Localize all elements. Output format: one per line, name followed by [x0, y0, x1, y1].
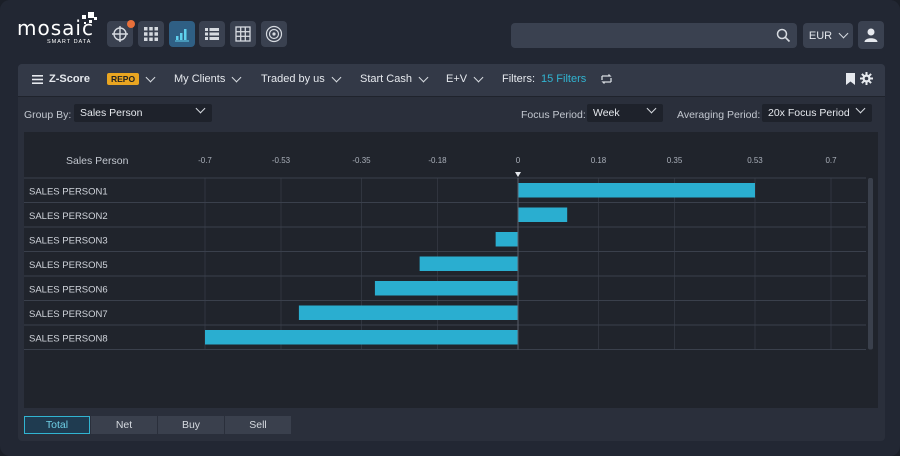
nav-bar-chart-button[interactable] — [169, 21, 195, 47]
category-label[interactable]: SALES PERSON2 — [29, 211, 108, 222]
nav-target-button[interactable] — [261, 21, 287, 47]
chevron-down-icon — [855, 103, 866, 114]
logo[interactable]: mosaic SMART DATA — [17, 12, 97, 45]
category-label[interactable]: SALES PERSON5 — [29, 260, 108, 271]
table-icon — [235, 26, 251, 42]
bookmark-icon[interactable] — [846, 73, 855, 85]
chevron-down-icon — [231, 72, 242, 82]
search-box[interactable] — [511, 23, 797, 50]
x-tick-label: 0.18 — [591, 156, 607, 165]
bar[interactable] — [205, 330, 518, 345]
filters-count[interactable]: 15 Filters — [541, 73, 586, 85]
target-icon — [265, 25, 283, 43]
user-button[interactable] — [858, 21, 884, 49]
x-tick-label: -0.7 — [198, 156, 212, 165]
mode-menu[interactable]: Z-Score — [32, 73, 90, 85]
user-icon — [864, 28, 878, 42]
logo-mark-icon — [82, 12, 97, 24]
vertical-scrollbar[interactable] — [868, 178, 873, 350]
category-label[interactable]: SALES PERSON8 — [29, 333, 108, 344]
group-by-label: Group By: — [24, 109, 72, 121]
category-axis-title: Sales Person — [66, 155, 129, 167]
tab-net[interactable]: Net — [91, 416, 157, 434]
top-bar: mosaic SMART DATA EUR — [0, 0, 900, 64]
averaging-period-value: 20x Focus Period — [768, 107, 850, 119]
category-label[interactable]: SALES PERSON1 — [29, 186, 108, 197]
ev-filter[interactable]: E+V — [446, 72, 484, 85]
chevron-down-icon — [145, 72, 156, 82]
focus-period-select[interactable]: Week — [587, 103, 663, 122]
filters-label: Filters: — [502, 73, 535, 85]
nav-table-button[interactable] — [230, 21, 256, 47]
mode-label: Z-Score — [49, 73, 90, 85]
x-tick-label: 0.35 — [667, 156, 683, 165]
tab-total[interactable]: Total — [24, 416, 90, 434]
menu-icon — [32, 74, 43, 84]
category-label[interactable]: SALES PERSON6 — [29, 284, 108, 295]
group-by-value: Sales Person — [80, 107, 143, 119]
traded-label: Traded by us — [261, 73, 325, 85]
clients-label: My Clients — [174, 73, 226, 85]
logo-subtitle: SMART DATA — [47, 39, 92, 45]
nav-grid-button[interactable] — [138, 21, 164, 47]
main-panel: Z-Score REPO My Clients Traded by us Sta… — [18, 64, 885, 441]
filter-bar: Z-Score REPO My Clients Traded by us Sta… — [18, 64, 885, 97]
chevron-down-icon — [838, 28, 849, 39]
averaging-period-label: Averaging Period: — [677, 109, 761, 121]
start-label: Start Cash — [360, 73, 412, 85]
clients-filter[interactable]: My Clients — [174, 72, 242, 85]
bar[interactable] — [298, 305, 518, 321]
category-label[interactable]: SALES PERSON3 — [29, 235, 108, 246]
chevron-down-icon — [473, 72, 484, 82]
x-tick-label: 0.7 — [825, 156, 837, 165]
notification-dot — [127, 20, 135, 28]
chevron-down-icon — [195, 103, 206, 114]
x-tick-label: -0.35 — [352, 156, 371, 165]
tab-buy[interactable]: Buy — [158, 416, 224, 434]
repo-filter[interactable]: REPO — [107, 72, 156, 85]
search-icon[interactable] — [776, 28, 791, 43]
bar[interactable] — [374, 281, 518, 296]
ev-label: E+V — [446, 73, 468, 85]
grouping-controls: Group By: Sales Person Focus Period: Wee… — [18, 103, 885, 126]
currency-select[interactable]: EUR — [803, 23, 853, 48]
list-icon — [205, 28, 219, 40]
repo-badge: REPO — [107, 73, 140, 85]
x-tick-label: -0.53 — [272, 156, 291, 165]
filters-summary[interactable]: Filters: 15 Filters — [502, 73, 613, 85]
category-label[interactable]: SALES PERSON7 — [29, 309, 108, 320]
bar-chart-icon — [175, 29, 189, 42]
x-tick-label: 0 — [516, 156, 521, 165]
tab-sell[interactable]: Sell — [225, 416, 291, 434]
zscore-bar-chart: Sales Person -0.7 -0.53 -0.35 -0.18 0 0.18 0.35… — [24, 132, 878, 350]
start-filter[interactable]: Start Cash — [360, 72, 429, 85]
aggregation-tabs: Total Net Buy Sell — [24, 416, 292, 434]
chevron-down-icon — [646, 103, 657, 114]
averaging-period-select[interactable]: 20x Focus Period — [762, 103, 872, 122]
focus-period-value: Week — [593, 107, 620, 119]
focus-period-label: Focus Period: — [521, 109, 586, 121]
gear-icon[interactable] — [860, 72, 873, 85]
bar[interactable] — [518, 207, 568, 223]
currency-value: EUR — [808, 29, 833, 42]
x-tick-label: -0.18 — [428, 156, 447, 165]
nav-list-button[interactable] — [199, 21, 225, 47]
bar[interactable] — [518, 183, 755, 198]
search-input[interactable] — [519, 23, 773, 50]
grid-icon — [144, 27, 158, 41]
chevron-down-icon — [418, 72, 429, 82]
traded-filter[interactable]: Traded by us — [261, 72, 342, 85]
network-icon — [112, 26, 128, 42]
chevron-down-icon — [331, 72, 342, 82]
chart-area: Sales Person -0.7 -0.53 -0.35 -0.18 0 0.18 0.35… — [24, 132, 878, 408]
reset-filters-icon[interactable] — [600, 73, 613, 85]
chart-header — [24, 132, 878, 178]
bar[interactable] — [419, 256, 518, 272]
x-tick-label: 0.53 — [747, 156, 763, 165]
app-window: mosaic SMART DATA EUR Z-Score REPO My Cl… — [0, 0, 900, 456]
group-by-select[interactable]: Sales Person — [74, 103, 212, 122]
bar[interactable] — [495, 232, 518, 247]
